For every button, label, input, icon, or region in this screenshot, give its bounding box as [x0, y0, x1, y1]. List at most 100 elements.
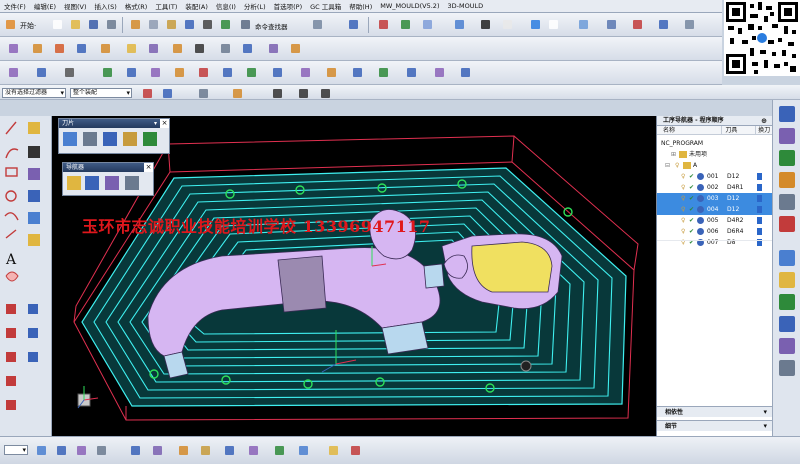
snap-icon[interactable] [140, 86, 152, 98]
cube-view-icon[interactable] [452, 17, 467, 32]
tool-path-icon[interactable] [298, 65, 313, 80]
measure-icon[interactable] [296, 443, 311, 458]
roles-icon[interactable] [779, 316, 795, 332]
help-point-icon[interactable] [52, 41, 67, 56]
pin-icon[interactable]: ⊕ [761, 116, 767, 126]
settings-icon[interactable] [310, 17, 325, 32]
check-icon[interactable] [348, 443, 363, 458]
tree-row-root[interactable]: NC_PROGRAM [657, 138, 773, 149]
new-file-icon[interactable] [50, 17, 65, 32]
menu-item[interactable]: GC 工具箱 [310, 1, 341, 11]
analysis-icon[interactable] [432, 65, 447, 80]
point-icon[interactable] [30, 41, 45, 56]
center-icon[interactable] [318, 86, 330, 98]
menu-item[interactable]: 装配(A) [185, 1, 208, 11]
zlevel-icon[interactable] [103, 132, 117, 146]
details-section[interactable]: 细节 [657, 420, 773, 432]
material-icon[interactable] [198, 443, 213, 458]
list-icon[interactable] [196, 65, 211, 80]
mill-icon[interactable] [170, 41, 185, 56]
assembly-navigator-icon[interactable] [779, 106, 795, 122]
light-icon[interactable] [176, 443, 191, 458]
program-order-view-icon[interactable] [67, 176, 81, 190]
operation-row[interactable]: ♀ ✔ 001 D12 [657, 171, 773, 182]
menu-item[interactable]: 3D-MOULD [447, 2, 483, 10]
menu-item[interactable]: 首选项(P) [274, 1, 303, 11]
wcs-icon[interactable] [500, 17, 515, 32]
operation-row[interactable]: ♀ ✔ 005 D4R2 [657, 215, 773, 226]
verify-icon[interactable] [124, 65, 139, 80]
save-icon[interactable] [86, 17, 101, 32]
process-studio-icon[interactable] [779, 294, 795, 310]
menu-item[interactable]: 编辑(E) [34, 1, 56, 11]
rectangle-icon[interactable] [4, 166, 18, 180]
paste-icon[interactable] [164, 17, 179, 32]
command-finder-icon[interactable] [238, 17, 253, 32]
fixed-contour-icon[interactable] [143, 132, 157, 146]
replay-icon[interactable] [148, 65, 163, 80]
cavity-mill-icon[interactable] [83, 132, 97, 146]
help-icon[interactable] [346, 17, 361, 32]
plane-mill-icon[interactable] [63, 132, 77, 146]
plane-icon[interactable] [74, 41, 89, 56]
column-tool[interactable]: 刀具 [722, 126, 757, 134]
plus-icon[interactable] [26, 144, 40, 158]
analysis-view-icon[interactable] [272, 443, 287, 458]
arc-icon[interactable] [4, 144, 18, 158]
scope-dropdown[interactable]: 整个装配 [70, 88, 132, 98]
rotate-view-icon[interactable] [420, 17, 435, 32]
section-view-icon[interactable] [246, 443, 261, 458]
tree-row-group[interactable]: ⊟ ♀ A [657, 160, 773, 171]
geometry-view-icon[interactable] [105, 176, 119, 190]
visibility-icon[interactable] [94, 443, 109, 458]
menu-item[interactable]: 信息(I) [216, 1, 236, 11]
method-view-icon[interactable] [125, 176, 139, 190]
shadow-icon[interactable] [222, 443, 237, 458]
section-icon[interactable] [656, 17, 671, 32]
print-icon[interactable] [104, 17, 119, 32]
create-tool-icon[interactable] [34, 65, 49, 80]
close-icon[interactable]: × [160, 119, 169, 128]
color-swatch-icon[interactable] [528, 17, 543, 32]
box-select-icon[interactable] [196, 86, 208, 98]
simulate-icon[interactable] [350, 65, 365, 80]
background-icon[interactable] [546, 17, 561, 32]
undo-icon[interactable] [218, 17, 233, 32]
shaded-view-icon[interactable] [478, 17, 493, 32]
expand-icon[interactable]: ⊞ [671, 149, 676, 160]
cut-icon[interactable] [128, 17, 143, 32]
menu-item[interactable]: 格式(R) [125, 1, 148, 11]
generate-icon[interactable] [100, 65, 115, 80]
operation-row[interactable]: ♀ ✔ 004 D12 [657, 204, 773, 215]
datum-icon[interactable] [26, 120, 40, 134]
operation-row[interactable]: ♀ ✔ 003 D12 [657, 193, 773, 204]
column-tool-change[interactable]: 换刀 [756, 126, 772, 134]
part-navigator-icon[interactable] [779, 150, 795, 166]
open-folder-icon[interactable] [68, 17, 83, 32]
endpoint-icon[interactable] [270, 86, 282, 98]
point-snap-icon[interactable] [230, 86, 242, 98]
tree-row-unused[interactable]: ⊞ 未用项 [657, 149, 773, 160]
toolbar-options-icon[interactable] [682, 17, 697, 32]
snap-view-icon[interactable] [74, 443, 89, 458]
text-icon[interactable] [4, 252, 18, 266]
offset-icon[interactable] [98, 41, 113, 56]
constraint-navigator-icon[interactable] [779, 128, 795, 144]
operation-row[interactable]: ♀ ✔ 002 D4R1 [657, 182, 773, 193]
time-icon[interactable] [458, 65, 473, 80]
fit-view-icon[interactable] [376, 17, 391, 32]
close-icon[interactable]: × [144, 163, 153, 172]
method-icon[interactable] [270, 65, 285, 80]
start-button[interactable]: 开始· [20, 21, 36, 31]
gear-icon[interactable] [182, 17, 197, 32]
dependency-section[interactable]: 相依性 [657, 406, 773, 418]
menu-item[interactable]: 帮助(H) [349, 1, 372, 11]
shop-doc-icon[interactable] [220, 65, 235, 80]
camera-icon[interactable] [128, 443, 143, 458]
circle-icon[interactable] [4, 188, 18, 202]
heart-icon[interactable] [4, 270, 18, 284]
contour-icon[interactable] [123, 132, 137, 146]
create-program-icon[interactable] [6, 65, 21, 80]
line-icon[interactable] [4, 120, 18, 134]
column-name[interactable]: 名称 [657, 126, 723, 134]
